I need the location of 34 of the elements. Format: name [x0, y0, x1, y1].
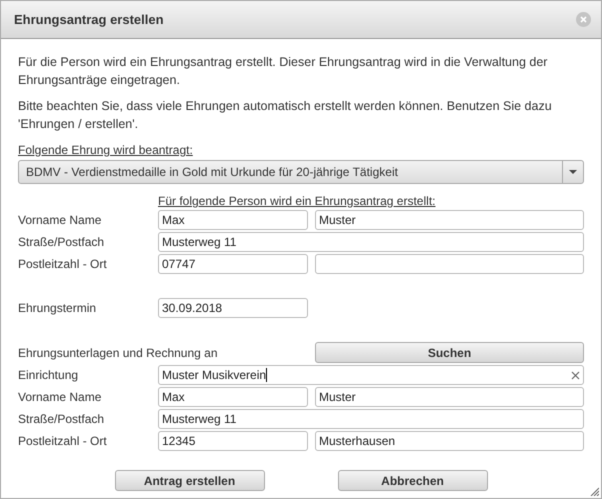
honor-dropdown[interactable]: BDMV - Verdienstmedaille in Gold mit Urkunde für 20-jährige Tätigkeit: [18, 160, 584, 184]
input-field[interactable]: Musterweg 11: [158, 232, 584, 252]
resize-grip-icon[interactable]: [589, 486, 599, 496]
input-field[interactable]: 07747: [158, 254, 308, 274]
info-text: Bitte beachten Sie, dass viele Ehrungen automatisch erstellt werden können. Benutzen Sie dazu 'Ehrungen / erstellen'.: [18, 98, 553, 133]
field-label: Vorname Name: [18, 390, 102, 404]
input-field[interactable]: Musterhausen: [315, 431, 584, 451]
input-field[interactable]: Max: [158, 210, 308, 230]
window-title: Ehrungsantrag erstellen: [14, 12, 164, 27]
date-field[interactable]: 30.09.2018: [158, 298, 308, 318]
cancel-button[interactable]: Abbrechen: [338, 470, 488, 491]
section-heading: Folgende Ehrung wird beantragt:: [18, 142, 194, 159]
input-field[interactable]: 12345: [158, 431, 308, 451]
field-label: Straße/Postfach: [18, 235, 106, 249]
field-label: Postleitzahl - Ort: [18, 257, 108, 271]
input-field[interactable]: [315, 254, 584, 274]
field-label: Ehrungstermin: [18, 301, 98, 315]
field-label: Einrichtung: [18, 368, 80, 382]
input-field[interactable]: Musterweg 11: [158, 409, 584, 429]
field-label: Straße/Postfach: [18, 412, 106, 426]
search-button[interactable]: Suchen: [315, 342, 584, 363]
submit-button[interactable]: Antrag erstellen: [114, 470, 264, 491]
input-field[interactable]: Muster: [315, 210, 584, 230]
caret-icon: [569, 170, 577, 174]
clear-icon[interactable]: [571, 370, 580, 380]
section-heading: Für folgende Person wird ein Ehrungsantrag erstellt:: [158, 194, 436, 208]
input-field[interactable]: Muster: [315, 387, 584, 407]
info-text: Für die Person wird ein Ehrungsantrag erstellt. Dieser Ehrungsantrag wird in die Verwaltung der Ehrungsanträge eingetragen.: [18, 54, 548, 89]
input-field[interactable]: Muster Musikverein: [158, 365, 584, 385]
close-icon: [580, 16, 587, 23]
field-label: Postleitzahl - Ort: [18, 434, 108, 448]
field-label: Vorname Name: [18, 213, 102, 227]
field-label: Ehrungsunterlagen und Rechnung an: [18, 346, 218, 360]
input-field[interactable]: Max: [158, 387, 308, 407]
